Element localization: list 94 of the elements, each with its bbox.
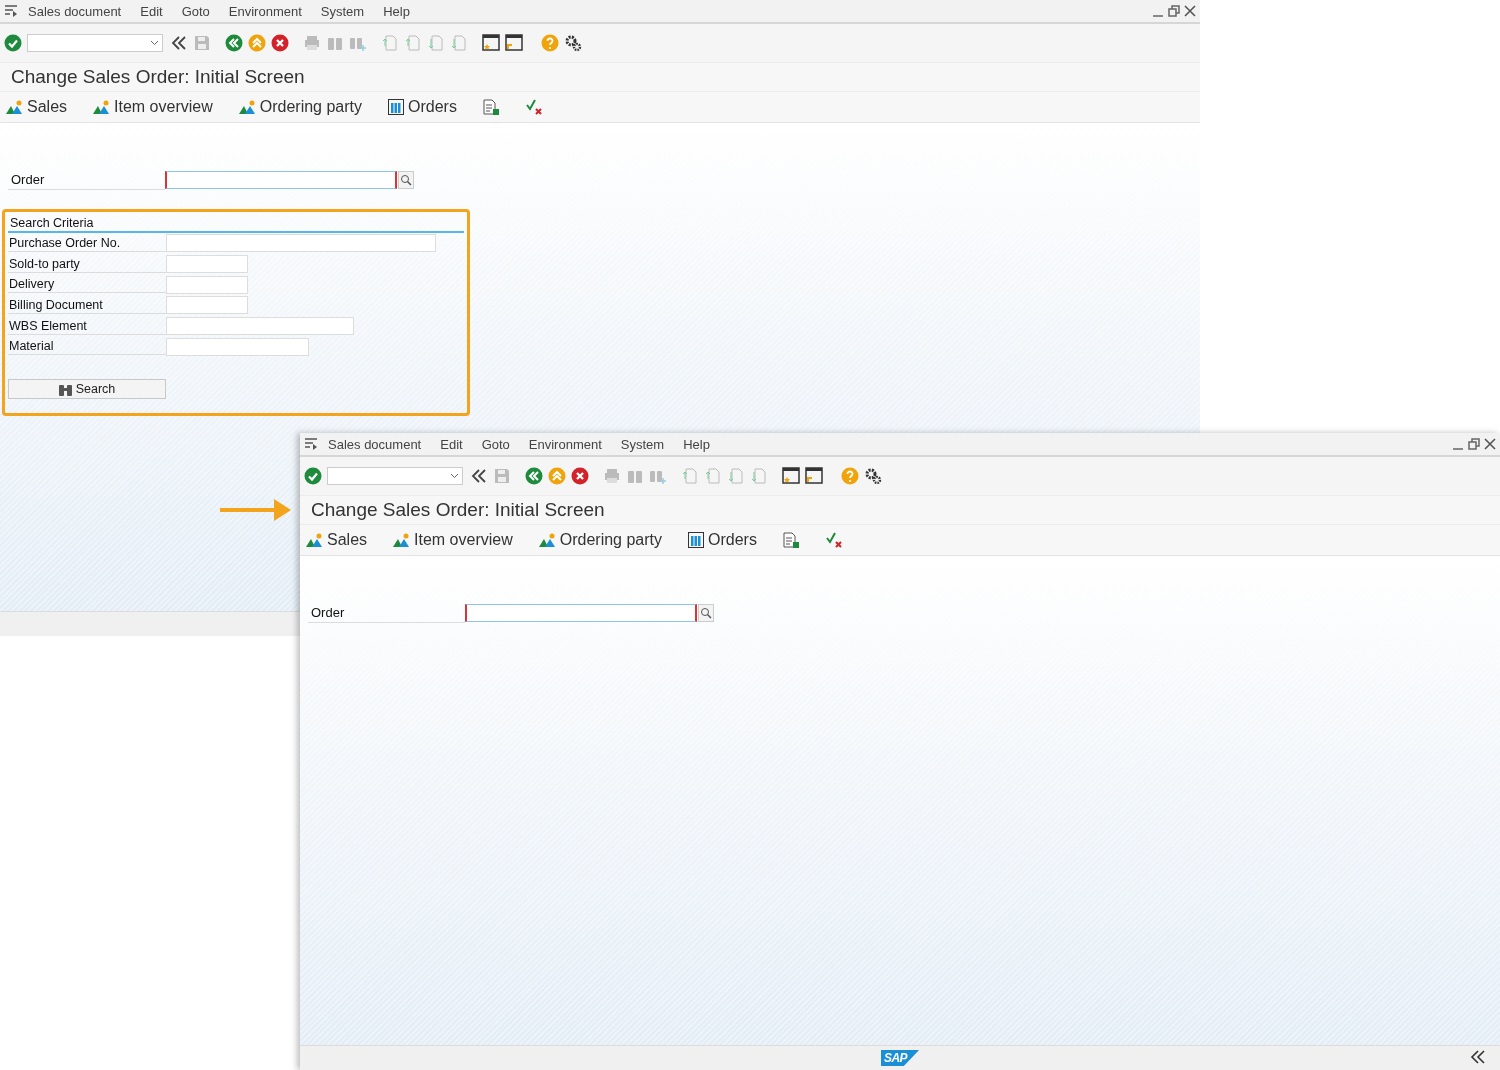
menu-item[interactable]: Help <box>383 3 410 19</box>
toolbar-button[interactable]: Sales <box>6 98 68 116</box>
dropdown-caret-icon[interactable] <box>450 473 459 479</box>
command-field[interactable] <box>27 34 163 52</box>
help-icon[interactable] <box>541 34 559 52</box>
toolbar-button[interactable]: Ordering party <box>238 98 362 116</box>
input-field[interactable] <box>166 255 248 274</box>
menu-item[interactable]: Help <box>683 436 710 452</box>
toolbar-button[interactable]: Sales <box>306 531 368 549</box>
mountain-icon <box>393 533 411 547</box>
field-label: Order <box>308 603 465 623</box>
menu-icon[interactable] <box>4 5 18 17</box>
toolbar-button[interactable]: Ordering party <box>538 531 662 549</box>
search-help-button[interactable] <box>698 604 714 622</box>
columns-icon <box>688 532 704 548</box>
menu-item[interactable]: Goto <box>181 3 210 19</box>
menu-item[interactable]: System <box>620 436 665 452</box>
toolbar-button[interactable]: Item overview <box>93 98 213 116</box>
print-icon[interactable] <box>603 467 621 485</box>
save-icon[interactable] <box>493 467 511 485</box>
mountain-icon <box>93 100 111 114</box>
help-icon[interactable] <box>841 467 859 485</box>
double-chevron-icon[interactable] <box>170 34 188 52</box>
print-icon[interactable] <box>303 34 321 52</box>
settings-icon[interactable] <box>564 34 582 52</box>
order-input[interactable] <box>165 171 397 189</box>
toolbar-button[interactable]: Orders <box>688 531 757 549</box>
input-field[interactable] <box>166 296 248 315</box>
logo: SAP <box>880 1050 920 1066</box>
search-help-button[interactable] <box>398 171 414 189</box>
page-arrow-icon[interactable] <box>704 467 722 485</box>
mountain-icon <box>6 100 23 114</box>
menu-item[interactable]: Environment <box>228 3 302 19</box>
field-label: Sold-to party <box>8 255 166 273</box>
menu-icon[interactable] <box>304 438 318 450</box>
menu-item[interactable]: Environment <box>528 436 602 452</box>
screen-title: Change Sales Order: Initial Screen <box>311 499 605 521</box>
field-label: WBS Element <box>8 317 166 335</box>
menu-item[interactable]: Goto <box>481 436 510 452</box>
arrow-icon <box>220 496 292 524</box>
restore-icon[interactable] <box>1468 438 1480 450</box>
input-field[interactable] <box>166 317 354 336</box>
screen-title: Change Sales Order: Initial Screen <box>11 66 305 88</box>
command-field[interactable] <box>327 467 463 485</box>
page-arrow-icon[interactable] <box>381 34 399 52</box>
save-icon[interactable] <box>193 34 211 52</box>
back-icon[interactable] <box>525 467 543 485</box>
field-label: Delivery <box>8 276 166 294</box>
page-arrow-icon[interactable] <box>750 467 768 485</box>
search-icon <box>700 607 712 619</box>
page-arrow-icon[interactable] <box>727 467 745 485</box>
double-chevron-icon[interactable] <box>470 467 488 485</box>
back-icon[interactable] <box>225 34 243 52</box>
cancel-icon[interactable] <box>271 34 289 52</box>
check-icon[interactable] <box>304 467 322 485</box>
input-field[interactable] <box>166 234 436 253</box>
cancel-icon[interactable] <box>571 467 589 485</box>
order-input[interactable] <box>465 604 697 622</box>
exit-icon[interactable] <box>548 467 566 485</box>
restore-icon[interactable] <box>1168 5 1180 17</box>
mountain-icon <box>306 533 323 547</box>
close-icon[interactable] <box>1184 5 1196 17</box>
page-arrow-icon[interactable] <box>404 34 422 52</box>
input-field[interactable] <box>166 337 309 356</box>
check-x-icon[interactable] <box>525 99 543 115</box>
menu-item[interactable]: Sales document <box>328 436 422 452</box>
input-field[interactable] <box>166 275 248 294</box>
document-icon[interactable] <box>482 98 500 116</box>
field-label: Order <box>8 170 165 190</box>
mountain-icon <box>238 100 256 114</box>
check-x-icon[interactable] <box>825 532 843 548</box>
page-arrow-icon[interactable] <box>450 34 468 52</box>
toolbar-button[interactable]: Item overview <box>393 531 513 549</box>
menu-item[interactable]: System <box>320 3 365 19</box>
search-icon <box>400 174 412 186</box>
field-label: Purchase Order No. <box>8 234 166 252</box>
menu-item[interactable]: Sales document <box>28 3 122 19</box>
close-icon[interactable] <box>1484 438 1496 450</box>
search-button[interactable]: Search <box>8 379 166 400</box>
field-label: Billing Document <box>8 296 166 314</box>
settings-icon[interactable] <box>864 467 882 485</box>
document-icon[interactable] <box>782 531 800 549</box>
exit-icon[interactable] <box>248 34 266 52</box>
columns-icon <box>388 99 404 115</box>
menu-item[interactable]: Edit <box>440 436 463 452</box>
toolbar-button[interactable]: Orders <box>388 98 457 116</box>
dropdown-caret-icon[interactable] <box>150 40 159 46</box>
check-icon[interactable] <box>4 34 22 52</box>
page-arrow-icon[interactable] <box>427 34 445 52</box>
page-arrow-icon[interactable] <box>681 467 699 485</box>
field-label: Material <box>8 338 166 356</box>
double-chevron-icon[interactable] <box>1470 1049 1486 1065</box>
mountain-icon <box>538 533 556 547</box>
menu-item[interactable]: Edit <box>140 3 163 19</box>
